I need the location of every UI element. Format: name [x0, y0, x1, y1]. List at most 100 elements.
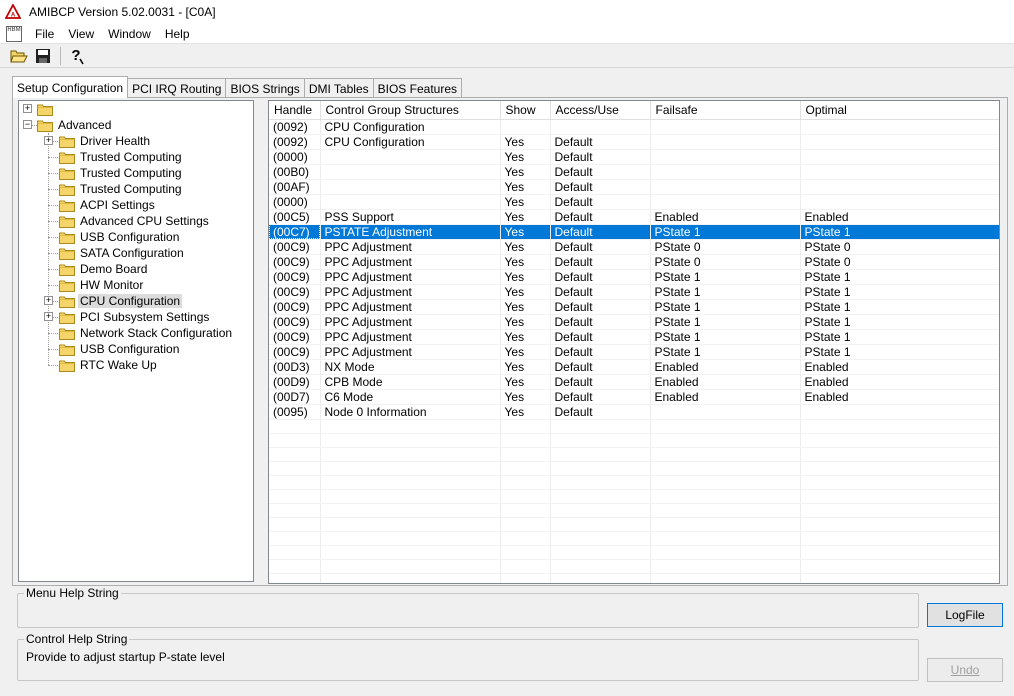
column-header-failsafe[interactable]: Failsafe — [650, 101, 801, 120]
cell-access-use[interactable] — [550, 545, 651, 560]
menu-view[interactable]: View — [61, 27, 101, 41]
cell-failsafe[interactable] — [650, 179, 801, 195]
tree-expand-icon[interactable]: + — [44, 136, 53, 145]
cell-access-use[interactable]: Default — [550, 404, 651, 420]
tree-item-pci-subsystem-settings[interactable]: PCI Subsystem Settings — [59, 309, 211, 325]
tree-item-network-stack-configuration[interactable]: Network Stack Configuration — [59, 325, 234, 341]
cell-handle[interactable]: (0092) — [269, 134, 321, 150]
grid-row[interactable]: (00B0) Yes Default — [269, 164, 999, 180]
cell-show[interactable] — [500, 573, 551, 583]
cell-access-use[interactable] — [550, 475, 651, 490]
cell-handle[interactable]: (00C7) — [269, 224, 321, 240]
cell-optimal[interactable] — [800, 179, 999, 195]
grid-row[interactable]: (00C9) PPC Adjustment Yes Default PState 1 PS… — [269, 344, 999, 360]
cell-optimal[interactable] — [800, 119, 999, 135]
grid-row[interactable]: (00C7) PSTATE Adjustment Yes Default PState … — [269, 224, 999, 240]
tree-item-trusted-computing[interactable]: Trusted Computing — [59, 149, 184, 165]
cell-failsafe[interactable]: PState 1 — [650, 344, 801, 360]
cell-control-group[interactable] — [320, 419, 501, 434]
cell-optimal[interactable]: PState 1 — [800, 269, 999, 285]
cell-handle[interactable] — [269, 433, 321, 448]
cell-failsafe[interactable]: PState 0 — [650, 254, 801, 270]
cell-failsafe[interactable] — [650, 433, 801, 448]
cell-handle[interactable]: (00C9) — [269, 254, 321, 270]
cell-show[interactable]: Yes — [500, 194, 551, 210]
cell-access-use[interactable]: Default — [550, 194, 651, 210]
cell-show[interactable]: Yes — [500, 344, 551, 360]
cell-handle[interactable]: (0000) — [269, 194, 321, 210]
cell-show[interactable]: Yes — [500, 389, 551, 405]
tree-item-demo-board[interactable]: Demo Board — [59, 261, 149, 277]
grid-row[interactable]: (00C9) PPC Adjustment Yes Default PState 1 PS… — [269, 269, 999, 285]
tree-expand-icon[interactable]: + — [44, 312, 53, 321]
cell-optimal[interactable] — [800, 559, 999, 574]
cell-control-group[interactable]: PPC Adjustment — [320, 329, 501, 345]
cell-failsafe[interactable] — [650, 531, 801, 546]
cell-control-group[interactable]: PPC Adjustment — [320, 314, 501, 330]
grid-row[interactable] — [269, 503, 999, 518]
cell-show[interactable]: Yes — [500, 179, 551, 195]
cell-handle[interactable]: (00C9) — [269, 344, 321, 360]
cell-failsafe[interactable] — [650, 134, 801, 150]
cell-optimal[interactable] — [800, 194, 999, 210]
cell-control-group[interactable] — [320, 164, 501, 180]
cell-failsafe[interactable]: PState 1 — [650, 299, 801, 315]
cell-handle[interactable]: (0000) — [269, 149, 321, 165]
cell-show[interactable] — [500, 461, 551, 476]
setup-tree[interactable]: + Advanced − Driver Health + Trusted Computin… — [18, 100, 254, 582]
cell-control-group[interactable]: CPU Configuration — [320, 119, 501, 135]
cell-access-use[interactable]: Default — [550, 284, 651, 300]
cell-access-use[interactable] — [550, 119, 651, 135]
tree-item-acpi-settings[interactable]: ACPI Settings — [59, 197, 157, 213]
grid-row[interactable] — [269, 517, 999, 532]
cell-control-group[interactable]: PPC Adjustment — [320, 239, 501, 255]
cell-access-use[interactable]: Default — [550, 359, 651, 375]
cell-control-group[interactable] — [320, 503, 501, 518]
grid-row[interactable] — [269, 433, 999, 448]
cell-optimal[interactable] — [800, 531, 999, 546]
grid-row[interactable]: (00C9) PPC Adjustment Yes Default PState 1 PS… — [269, 314, 999, 330]
tree-item-advanced[interactable]: Advanced — [37, 117, 113, 133]
cell-optimal[interactable] — [800, 433, 999, 448]
cell-show[interactable] — [500, 447, 551, 462]
cell-optimal[interactable] — [800, 545, 999, 560]
grid-row[interactable]: (00C5) PSS Support Yes Default Enabled Enable… — [269, 209, 999, 225]
cell-access-use[interactable]: Default — [550, 239, 651, 255]
cell-control-group[interactable] — [320, 573, 501, 583]
grid-row[interactable] — [269, 461, 999, 476]
cell-handle[interactable] — [269, 503, 321, 518]
cell-show[interactable]: Yes — [500, 374, 551, 390]
grid-row[interactable] — [269, 475, 999, 490]
cell-optimal[interactable] — [800, 404, 999, 420]
cell-access-use[interactable]: Default — [550, 134, 651, 150]
cell-show[interactable] — [500, 517, 551, 532]
logfile-button[interactable]: LogFile — [927, 603, 1003, 627]
cell-handle[interactable] — [269, 545, 321, 560]
cell-optimal[interactable] — [800, 489, 999, 504]
cell-failsafe[interactable]: PState 1 — [650, 284, 801, 300]
cell-failsafe[interactable] — [650, 119, 801, 135]
grid-row[interactable]: (00C9) PPC Adjustment Yes Default PState 1 PS… — [269, 299, 999, 315]
save-button[interactable] — [32, 46, 54, 66]
cell-handle[interactable] — [269, 419, 321, 434]
cell-failsafe[interactable] — [650, 573, 801, 583]
cell-access-use[interactable] — [550, 531, 651, 546]
cell-handle[interactable]: (00C9) — [269, 299, 321, 315]
cell-control-group[interactable]: C6 Mode — [320, 389, 501, 405]
tree-item-cpu-configuration[interactable]: CPU Configuration — [59, 293, 183, 309]
cell-access-use[interactable]: Default — [550, 209, 651, 225]
cell-show[interactable] — [500, 433, 551, 448]
grid-row[interactable]: (00D7) C6 Mode Yes Default Enabled Enabled — [269, 389, 999, 405]
cell-show[interactable]: Yes — [500, 149, 551, 165]
cell-failsafe[interactable] — [650, 503, 801, 518]
cell-access-use[interactable] — [550, 559, 651, 574]
tree-item-usb-configuration[interactable]: USB Configuration — [59, 229, 181, 245]
cell-handle[interactable] — [269, 447, 321, 462]
cell-failsafe[interactable] — [650, 447, 801, 462]
cell-access-use[interactable]: Default — [550, 374, 651, 390]
tree-item-driver-health[interactable]: Driver Health — [59, 133, 152, 149]
cell-failsafe[interactable] — [650, 517, 801, 532]
cell-failsafe[interactable]: Enabled — [650, 359, 801, 375]
grid-row[interactable]: (0000) Yes Default — [269, 149, 999, 165]
cell-control-group[interactable] — [320, 489, 501, 504]
